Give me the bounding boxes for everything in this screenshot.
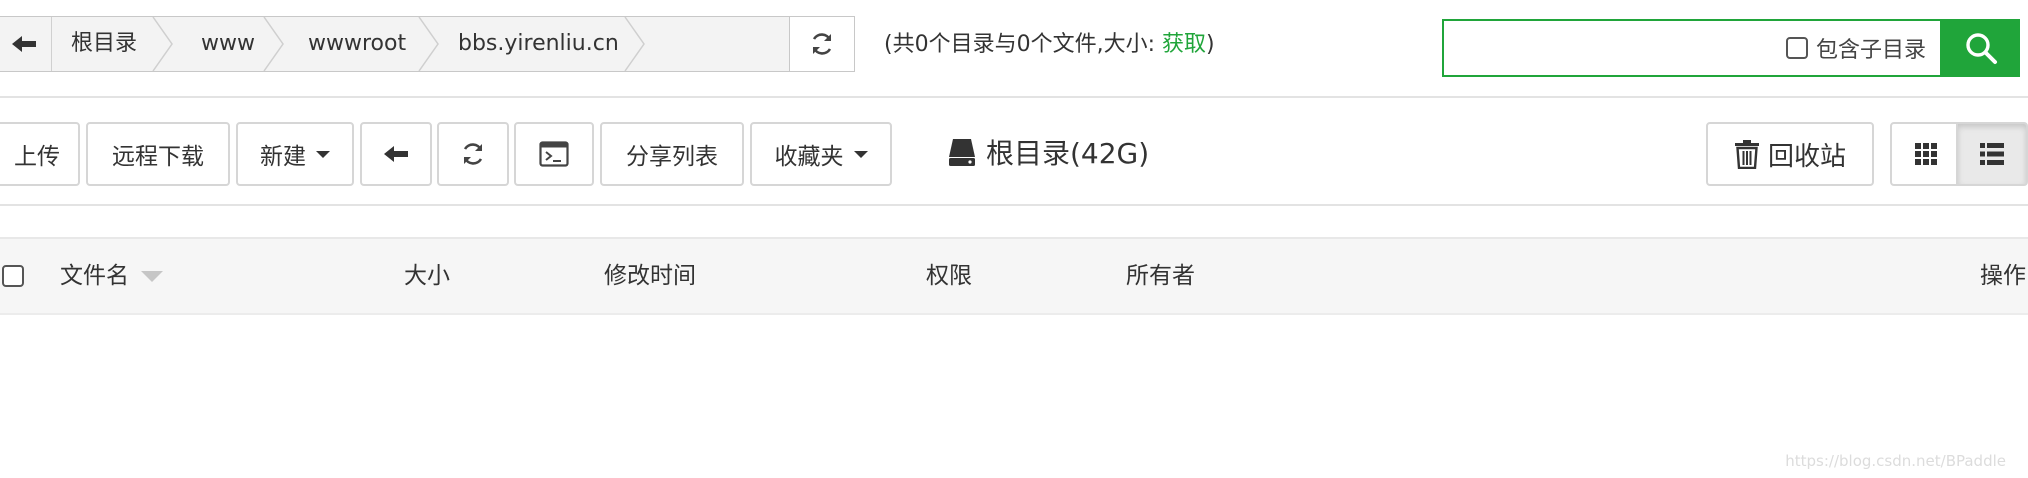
share-list-button[interactable]: 分享列表: [600, 122, 744, 186]
watermark: https://blog.csdn.net/BPaddle: [1785, 452, 2006, 470]
breadcrumb: 根目录 www wwwroot bbs.yirenliu.cn: [0, 16, 855, 72]
breadcrumb-item-wwwroot[interactable]: wwwroot: [308, 17, 406, 71]
breadcrumb-separator: [624, 17, 645, 71]
trash-icon: [1734, 140, 1759, 169]
refresh-button[interactable]: [437, 122, 509, 186]
include-subdir-option[interactable]: 包含子目录: [1785, 21, 1926, 75]
search-box: 包含子目录: [1442, 19, 1942, 77]
breadcrumb-separator: [263, 17, 284, 71]
list-view-icon: [1980, 143, 2004, 165]
search-button[interactable]: [1942, 19, 2020, 77]
column-header-size[interactable]: 大小: [404, 239, 450, 313]
select-all-checkbox[interactable]: [2, 265, 24, 287]
refresh-icon: [463, 143, 483, 165]
breadcrumb-item-www[interactable]: www: [201, 17, 255, 71]
column-header-owner[interactable]: 所有者: [1126, 239, 1195, 313]
search-icon: [1966, 33, 1997, 64]
recycle-bin-label: 回收站: [1767, 141, 1846, 172]
chevron-down-icon: [853, 150, 868, 158]
upload-button[interactable]: 上传: [0, 122, 80, 186]
grid-view-button[interactable]: [1890, 122, 1962, 186]
disk-icon: [949, 139, 975, 166]
new-label: 新建: [260, 144, 306, 170]
back-arrow-icon: [12, 36, 36, 52]
summary-text: (共0个目录与0个文件,大小:: [884, 32, 1162, 57]
chevron-down-icon: [316, 150, 330, 158]
remote-download-button[interactable]: 远程下载: [86, 122, 230, 186]
breadcrumb-back-button[interactable]: [0, 17, 52, 71]
directory-summary: (共0个目录与0个文件,大小: 获取): [884, 26, 1215, 58]
disk-selector[interactable]: 根目录(42G): [948, 132, 1149, 172]
file-table-header: 文件名 大小 修改时间 权限 所有者 操作: [0, 237, 2028, 315]
terminal-button[interactable]: [514, 122, 594, 186]
back-button[interactable]: [360, 122, 432, 186]
column-header-name[interactable]: 文件名: [60, 239, 163, 313]
sort-down-icon: [141, 271, 163, 282]
breadcrumb-separator: [418, 17, 439, 71]
summary-close: ): [1206, 32, 1215, 57]
include-subdir-label: 包含子目录: [1815, 38, 1926, 63]
search-input[interactable]: [1452, 29, 1756, 69]
favorites-label: 收藏夹: [774, 144, 844, 170]
column-header-modified[interactable]: 修改时间: [604, 239, 696, 313]
breadcrumb-separator: [152, 17, 173, 71]
divider: [0, 204, 2028, 206]
new-dropdown-button[interactable]: 新建: [236, 122, 354, 186]
divider: [0, 96, 2028, 98]
column-header-name-label: 文件名: [60, 263, 129, 289]
back-arrow-icon: [384, 146, 408, 162]
column-header-permission[interactable]: 权限: [926, 239, 972, 313]
include-subdir-checkbox[interactable]: [1785, 37, 1808, 59]
breadcrumb-item-site[interactable]: bbs.yirenliu.cn: [458, 17, 619, 71]
list-view-button[interactable]: [1956, 122, 2028, 186]
get-size-link[interactable]: 获取: [1162, 32, 1206, 57]
disk-label: 根目录(42G): [986, 137, 1150, 170]
grid-view-icon: [1915, 143, 1937, 165]
column-header-actions: 操作: [1980, 263, 2026, 289]
breadcrumb-refresh-button[interactable]: [789, 17, 854, 71]
favorites-dropdown-button[interactable]: 收藏夹: [750, 122, 892, 186]
refresh-icon: [812, 33, 832, 55]
recycle-bin-button[interactable]: 回收站: [1706, 122, 1874, 186]
breadcrumb-item-root[interactable]: 根目录: [71, 17, 137, 71]
terminal-icon: [539, 141, 569, 167]
